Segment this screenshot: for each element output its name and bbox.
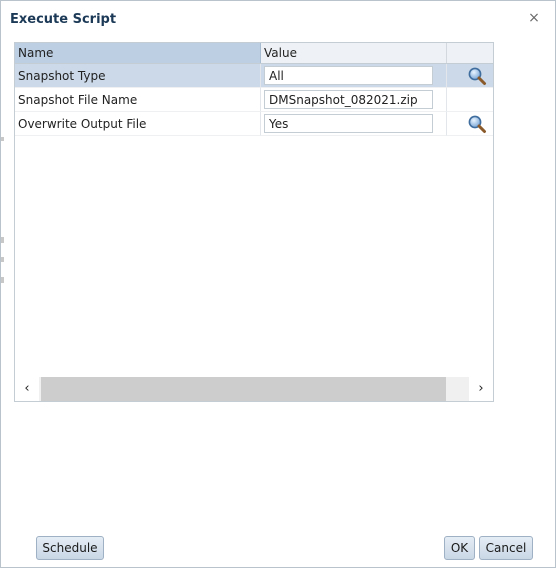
- row-action-cell: [447, 88, 493, 112]
- column-header-name[interactable]: Name: [15, 43, 261, 63]
- row-value-cell: [261, 88, 447, 112]
- scroll-left-icon[interactable]: ‹: [15, 377, 39, 401]
- overwrite-output-file-input[interactable]: [264, 114, 433, 133]
- table-row[interactable]: Snapshot File Name: [15, 88, 493, 112]
- search-icon[interactable]: [467, 114, 487, 134]
- table-row[interactable]: Snapshot Type: [15, 64, 493, 88]
- row-value-cell: [261, 64, 447, 88]
- snapshot-type-input[interactable]: [264, 66, 433, 85]
- row-action-cell: [447, 64, 493, 88]
- table-row[interactable]: Overwrite Output File: [15, 112, 493, 136]
- row-value-cell: [261, 112, 447, 136]
- dialog-title: Execute Script: [10, 12, 117, 27]
- background-edge-mark: [1, 257, 4, 262]
- row-name-cell: Snapshot Type: [15, 64, 261, 88]
- scroll-thumb[interactable]: [41, 377, 446, 401]
- column-header-actions: [447, 43, 493, 63]
- background-edge-mark: [1, 137, 4, 141]
- background-edge-mark: [1, 237, 4, 243]
- cancel-button[interactable]: Cancel: [479, 536, 533, 560]
- row-action-cell: [447, 112, 493, 136]
- search-icon[interactable]: [467, 66, 487, 86]
- column-header-value[interactable]: Value: [261, 43, 447, 63]
- scroll-track[interactable]: [39, 377, 469, 401]
- scroll-right-icon[interactable]: ›: [469, 377, 493, 401]
- parameters-grid: Name Value Snapshot Type All Snapshot Fi…: [14, 42, 494, 402]
- row-name-cell: Snapshot File Name: [15, 88, 261, 112]
- grid-header: Name Value: [15, 43, 493, 64]
- horizontal-scrollbar[interactable]: ‹ ›: [15, 377, 493, 401]
- close-icon[interactable]: ×: [527, 10, 541, 26]
- snapshot-file-name-input[interactable]: [264, 90, 433, 109]
- ok-button[interactable]: OK: [444, 536, 475, 560]
- background-edge-mark: [1, 277, 4, 283]
- row-name-cell: Overwrite Output File: [15, 112, 261, 136]
- schedule-button[interactable]: Schedule: [36, 536, 104, 560]
- execute-script-dialog: Execute Script × Name Value Snapshot Typ…: [0, 0, 556, 568]
